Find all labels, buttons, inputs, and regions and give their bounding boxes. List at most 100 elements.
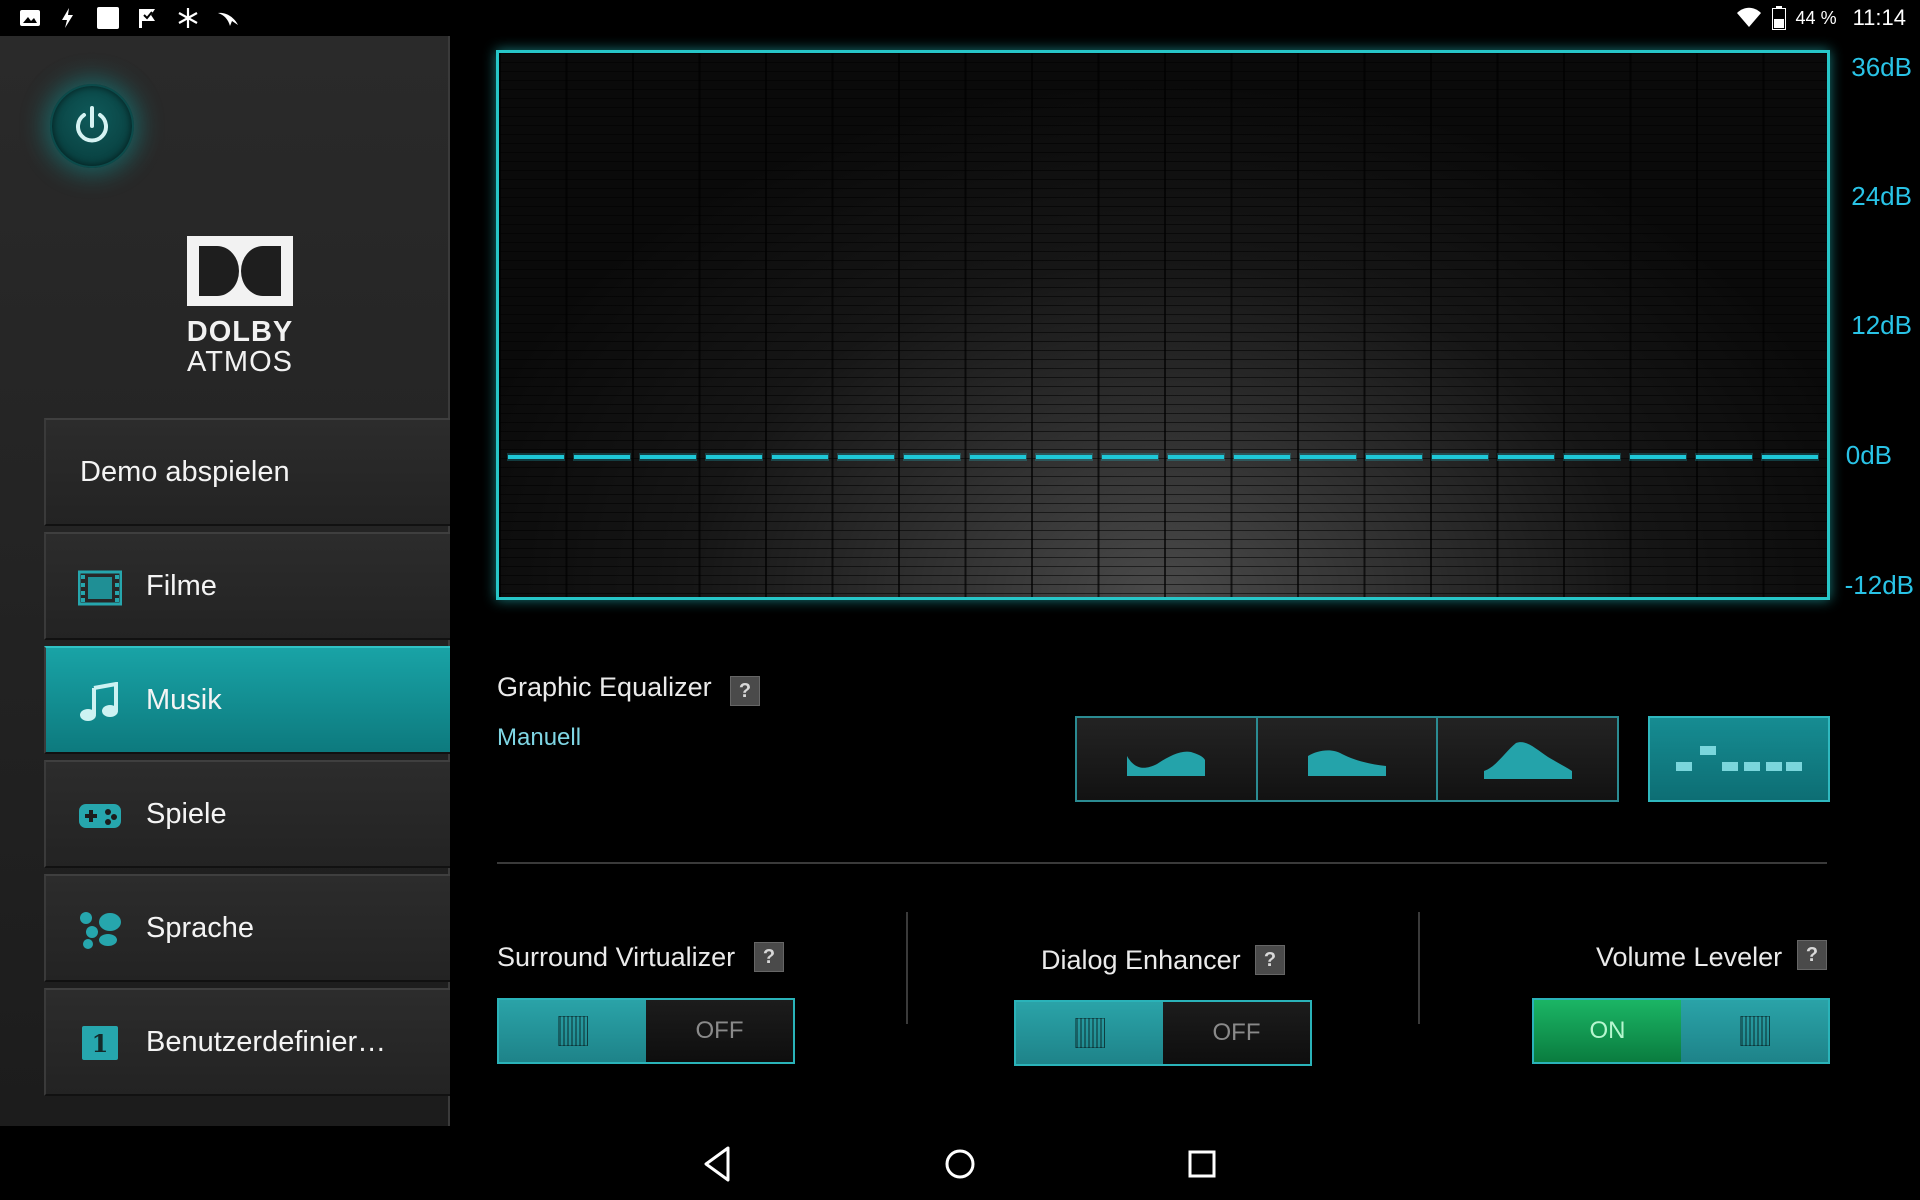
preset-rich-button[interactable] [1257, 718, 1439, 800]
volume-help-icon[interactable]: ? [1797, 940, 1827, 970]
clock: 11:14 [1852, 5, 1906, 30]
menu-item-benutzerdefiniert[interactable]: 1 Benutzerdefinier… [44, 988, 450, 1096]
home-icon[interactable] [938, 1142, 982, 1186]
focused-preset-icon [1483, 742, 1572, 779]
grip-icon [1074, 1018, 1105, 1048]
eq-band-level[interactable] [1498, 455, 1554, 459]
profile-menu: Demo abspielen Filme Musik Spiele Sprach… [44, 418, 450, 1102]
back-icon[interactable] [696, 1142, 740, 1186]
preset-manual-button[interactable] [1648, 716, 1830, 802]
custom-1-icon: 1 [82, 1026, 118, 1060]
db-label-minus12: -12dB [1844, 570, 1914, 600]
flag-check-icon [139, 9, 155, 28]
open-preset-icon [1127, 751, 1206, 776]
toggle-thumb [499, 1000, 646, 1062]
eq-band-level[interactable] [706, 455, 762, 459]
vertical-divider [906, 912, 908, 1024]
toggle-state-label: ON [1534, 1000, 1681, 1062]
status-bar: 44 % 11:14 [0, 0, 1920, 36]
eq-band-level[interactable] [1036, 455, 1092, 459]
battery-icon [1771, 6, 1786, 30]
white-square-icon [97, 7, 119, 29]
power-button[interactable] [50, 84, 134, 168]
image-icon [20, 10, 40, 26]
eq-band-level[interactable] [508, 455, 564, 459]
eq-band-level[interactable] [1564, 455, 1620, 459]
eq-band-level[interactable] [1168, 455, 1224, 459]
eq-band-level[interactable] [1696, 455, 1752, 459]
menu-item-filme[interactable]: Filme [44, 532, 450, 640]
preset-focused-button[interactable] [1438, 718, 1618, 800]
svg-text:1: 1 [92, 1029, 109, 1058]
sidebar: DOLBY ATMOS Demo abspielen Filme Musik S… [0, 36, 450, 1126]
surround-virtualizer-toggle[interactable]: OFF [497, 998, 795, 1064]
eq-band-level[interactable] [838, 455, 894, 459]
volume-leveler-toggle[interactable]: ON [1532, 998, 1830, 1064]
eq-band-level[interactable] [1102, 455, 1158, 459]
volume-leveler-title: Volume Leveler [1596, 942, 1783, 972]
eq-band-level[interactable] [1432, 455, 1488, 459]
menu-item-spiele[interactable]: Spiele [44, 760, 450, 868]
logo-text-atmos: ATMOS [187, 346, 293, 378]
eq-preset-group [1075, 716, 1619, 802]
db-label-36: 36dB [1851, 52, 1912, 82]
flash-icon [62, 8, 73, 28]
grip-icon [557, 1016, 588, 1046]
db-label-24: 24dB [1851, 181, 1912, 211]
eq-band-level[interactable] [1762, 455, 1818, 459]
menu-item-label: Demo abspielen [80, 455, 290, 488]
menu-item-label: Sprache [146, 911, 255, 944]
dolby-atmos-logo: DOLBY ATMOS [140, 236, 340, 377]
eq-preset-label: Manuell [497, 724, 582, 751]
menu-item-label: Filme [146, 569, 217, 602]
manual-preset-icon [1676, 746, 1802, 771]
main-panel: 36dB 24dB 12dB 0dB -12dB Graphic Equaliz… [452, 36, 1920, 1126]
eq-band-level[interactable] [1630, 455, 1686, 459]
menu-item-demo[interactable]: Demo abspielen [44, 418, 450, 526]
music-note-icon [80, 682, 118, 721]
toggle-state-label: OFF [1163, 1002, 1310, 1064]
preset-open-button[interactable] [1077, 718, 1258, 800]
toggle-state-label: OFF [646, 1000, 793, 1062]
menu-item-label: Benutzerdefinier… [146, 1025, 387, 1058]
logo-text-dolby: DOLBY [186, 316, 294, 348]
power-icon [76, 106, 108, 143]
grip-icon [1739, 1016, 1770, 1046]
dolby-double-d-icon [187, 236, 293, 306]
dialog-help-icon[interactable]: ? [1255, 945, 1285, 975]
graphic-eq-title: Graphic Equalizer [497, 672, 712, 702]
graphic-eq-help-icon[interactable]: ? [730, 676, 760, 706]
equalizer-display[interactable] [496, 50, 1830, 600]
eq-band-level[interactable] [1300, 455, 1356, 459]
battery-percent: 44 % [1795, 7, 1837, 28]
recents-icon[interactable] [1180, 1142, 1224, 1186]
toggle-thumb [1681, 1000, 1828, 1062]
section-divider [497, 862, 1827, 864]
film-icon [78, 570, 122, 606]
status-right: 44 % 11:14 [1736, 0, 1906, 36]
navigation-bar [0, 1126, 1920, 1200]
dialog-enhancer-title: Dialog Enhancer [1041, 945, 1241, 975]
eq-band-level[interactable] [1234, 455, 1290, 459]
eq-band-level[interactable] [772, 455, 828, 459]
surround-virtualizer-title: Surround Virtualizer [497, 942, 736, 972]
eq-band-level[interactable] [970, 455, 1026, 459]
gamepad-icon [79, 804, 121, 828]
menu-item-sprache[interactable]: Sprache [44, 874, 450, 982]
snowflake-icon [178, 8, 198, 28]
eq-band-level[interactable] [1366, 455, 1422, 459]
vertical-divider [1418, 912, 1420, 1024]
rich-preset-icon [1308, 750, 1386, 776]
equalizer-bands [507, 453, 1819, 461]
eq-band-level[interactable] [904, 455, 960, 459]
menu-item-musik[interactable]: Musik [44, 646, 450, 754]
wifi-icon [1736, 7, 1761, 27]
surround-help-icon[interactable]: ? [754, 942, 784, 972]
dialog-enhancer-toggle[interactable]: OFF [1014, 1000, 1312, 1066]
eq-band-level[interactable] [640, 455, 696, 459]
toggle-thumb [1016, 1002, 1163, 1064]
eq-band-level[interactable] [574, 455, 630, 459]
bird-icon [218, 12, 238, 26]
db-label-0: 0dB [1845, 440, 1892, 470]
speech-people-icon [80, 912, 121, 949]
